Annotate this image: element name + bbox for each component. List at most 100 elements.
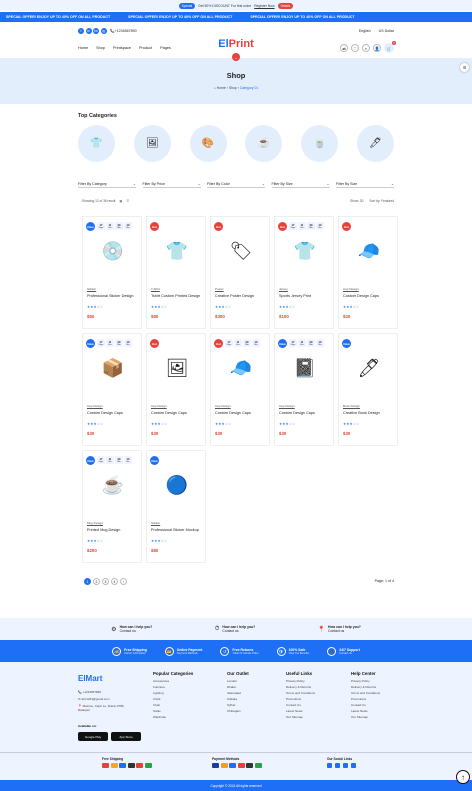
footer-logo[interactable]: ElMart [78,674,102,683]
filter-color[interactable]: Filter By Color⌄ [207,182,265,188]
footer-link[interactable]: Our Sitemap [286,714,315,720]
crumb-shop[interactable]: Shop [229,86,237,90]
product-name[interactable]: Custom Design Caps [279,411,333,415]
product-card[interactable]: Hot17Days11Hrs29Min10Sec👕JerseySports Je… [274,216,334,329]
filter-category[interactable]: Filter By Category⌄ [78,182,136,188]
page-button[interactable]: 2 [93,578,100,585]
facebook-icon[interactable] [327,763,332,768]
product-name[interactable]: Sports Jersey Print [279,294,333,298]
product-category[interactable]: Cap Design [215,404,231,408]
scroll-top-button[interactable]: ↑ [456,770,470,784]
twitter-icon[interactable] [343,763,348,768]
sort-select[interactable]: Sort by: Featured [369,199,394,203]
nav-shop[interactable]: Shop [96,46,105,50]
product-image[interactable]: 📦 [87,348,139,388]
product-category[interactable]: Poster [215,287,224,291]
filter-size-2[interactable]: Filter By Size⌄ [336,182,394,188]
language-select[interactable]: English [359,29,371,33]
filter-size[interactable]: Filter By Size⌄ [272,182,330,188]
product-category[interactable]: Sticker [87,287,96,291]
product-image[interactable]: 💿 [87,231,139,271]
help-item[interactable]: 📍How can I help you?Contact us [318,625,361,633]
search-icon[interactable]: ⌕ [362,44,370,52]
product-image[interactable]: 🏷 [215,231,267,271]
app-store-button[interactable]: App Store [111,732,141,741]
product-category[interactable]: Jersey [279,287,288,291]
product-category[interactable]: Mug Design [87,521,103,525]
product-category[interactable]: Book Design [343,404,360,408]
nav-printspace[interactable]: Printspace [113,46,131,50]
product-card[interactable]: New🔵StickerProfessional Sticker Mockup★★… [146,450,206,563]
footer-link[interactable]: Our Sitemap [351,714,380,720]
category-item[interactable]: 🍵 [301,125,338,162]
product-card[interactable]: Hot🖼Cap DesignCustom Design Caps★★★☆☆$30 [146,333,206,446]
help-item[interactable]: ⏱How can I help you?Contact us [215,625,255,633]
product-category[interactable]: T-Shirt [151,287,160,291]
product-name[interactable]: Creative Book Design [343,411,397,415]
filter-price[interactable]: Filter By Price⌄ [143,182,201,188]
cart-icon[interactable]: 🛒0 [384,43,394,53]
product-card[interactable]: Hot🧢Cap DesignCustom Design Caps★★★☆☆$20 [338,216,398,329]
help-item[interactable]: ⚙How can I help you?Contact us [111,625,152,633]
product-name[interactable]: Creative Poster Design [215,294,269,298]
product-image[interactable]: 🖊 [343,348,395,388]
site-logo[interactable]: ElPrint [210,38,262,50]
product-image[interactable]: 🧢 [343,231,395,271]
product-name[interactable]: Printed Mug Design [87,528,141,532]
product-image[interactable]: 🖼 [151,348,203,388]
product-card[interactable]: New17Days11Hrs29Min10Sec💿StickerProfessi… [82,216,142,329]
product-name[interactable]: Custom Design Caps [343,294,397,298]
product-image[interactable]: 🔵 [151,465,203,505]
linkedin-icon[interactable] [335,763,340,768]
linkedin-icon[interactable]: in [86,28,92,34]
next-page-button[interactable]: › [120,578,127,585]
product-image[interactable]: 👕 [151,231,203,271]
page-button[interactable]: 3 [102,578,109,585]
grid-view-icon[interactable]: ▦ [119,199,122,203]
product-image[interactable]: ☕ [87,465,139,505]
product-category[interactable]: Cap Design [279,404,295,408]
product-card[interactable]: New17Days11Hrs29Min10Sec📓Cap DesignCusto… [274,333,334,446]
page-button[interactable]: 4 [111,578,118,585]
crumb-home[interactable]: Home [217,86,226,90]
product-category[interactable]: Cap Design [87,404,103,408]
list-view-icon[interactable]: ☰ [126,199,129,203]
category-item[interactable]: 🖊 [357,125,394,162]
product-image[interactable]: 🧢 [215,348,267,388]
nav-home[interactable]: Home [78,46,88,50]
product-name[interactable]: Custom Design Caps [151,411,205,415]
product-category[interactable]: Sticker [151,521,160,525]
footer-link[interactable]: Chittagain [227,708,249,714]
category-item[interactable]: 👕 [78,125,115,162]
product-card[interactable]: Hot17Days11Hrs29Min10Sec🧢Cap DesignCusto… [210,333,270,446]
product-card[interactable]: Hot🏷PosterCreative Poster Design★★★☆☆$30… [210,216,270,329]
instagram-icon[interactable] [351,763,356,768]
promo-details-button[interactable]: Details [278,3,294,9]
nav-product[interactable]: Product [139,46,152,50]
google-play-button[interactable]: Google Play [78,732,108,741]
footer-link[interactable]: Wardrobe [153,714,193,720]
product-card[interactable]: New17Days11Hrs29Min10Sec☕Mug DesignPrint… [82,450,142,563]
show-select[interactable]: Show: 30 [350,199,363,203]
product-card[interactable]: New🖊Book DesignCreative Book Design★★★☆☆… [338,333,398,446]
product-category[interactable]: Cap Design [343,287,359,291]
user-icon[interactable]: 👤 [373,44,381,52]
product-image[interactable]: 👕 [279,231,331,271]
product-name[interactable]: Tshirt Custom Printed Design [151,294,205,298]
product-name[interactable]: Professional Sticker Mockup [151,528,205,532]
twitter-icon[interactable]: tw [93,28,99,34]
page-button[interactable]: 1 [84,578,91,585]
register-link[interactable]: Register Now [254,4,274,8]
currency-select[interactable]: US Dollar [379,29,394,33]
category-item[interactable]: 🎨 [190,125,227,162]
product-card[interactable]: New17Days11Hrs29Min10Sec📦Cap DesignCusto… [82,333,142,446]
product-name[interactable]: Professional Sticker Design [87,294,141,298]
product-category[interactable]: Cap Design [151,404,167,408]
category-item[interactable]: 🖼 [134,125,171,162]
product-image[interactable]: 📓 [279,348,331,388]
category-item[interactable]: ☕ [245,125,282,162]
compare-icon[interactable]: ⇄ [340,44,348,52]
wishlist-icon[interactable]: ♡ [351,44,359,52]
nav-pages[interactable]: Pages [160,46,171,50]
product-name[interactable]: Custom Design Caps [215,411,269,415]
